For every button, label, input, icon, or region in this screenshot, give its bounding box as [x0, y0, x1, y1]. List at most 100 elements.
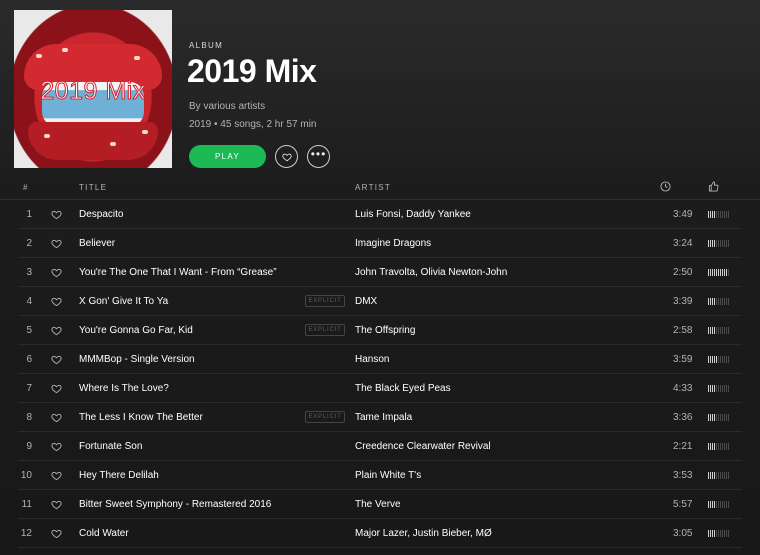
popularity-tick — [708, 501, 709, 508]
popularity-tick — [714, 472, 715, 479]
track-title[interactable]: Where Is The Love? — [79, 383, 169, 394]
popularity-tick — [716, 211, 717, 218]
track-artist[interactable]: Luis Fonsi, Daddy Yankee — [355, 209, 471, 220]
track-number: 6 — [26, 354, 32, 365]
popularity-bar — [708, 240, 729, 247]
more-button[interactable]: ••• — [307, 145, 330, 168]
popularity-tick — [712, 414, 713, 421]
thumbs-up-icon[interactable] — [708, 181, 719, 194]
track-artist[interactable]: DMX — [355, 296, 377, 307]
album-cover[interactable]: 2019 Mix — [14, 10, 172, 168]
popularity-tick — [712, 472, 713, 479]
track-row[interactable]: 3 You're The One That I Want - From “Grea… — [18, 258, 742, 287]
track-row[interactable]: 2 Believer Imagine Dragons 3:24 — [18, 229, 742, 258]
track-row[interactable]: 4 X Gon' Give It To Ya EXPLICIT DMX 3:39 — [18, 287, 742, 316]
heart-icon[interactable] — [51, 267, 62, 278]
popularity-tick — [724, 414, 725, 421]
popularity-tick — [728, 356, 729, 363]
track-artist[interactable]: The Offspring — [355, 325, 415, 336]
column-title[interactable]: TITLE — [79, 183, 107, 192]
popularity-tick — [724, 472, 725, 479]
popularity-tick — [714, 443, 715, 450]
column-number[interactable]: # — [23, 183, 29, 192]
track-artist[interactable]: Major Lazer, Justin Bieber, MØ — [355, 528, 492, 539]
track-title[interactable]: Cold Water — [79, 528, 129, 539]
popularity-tick — [726, 472, 727, 479]
track-row[interactable]: 11 Bitter Sweet Symphony - Remastered 201… — [18, 490, 742, 519]
popularity-tick — [714, 298, 715, 305]
popularity-tick — [714, 211, 715, 218]
track-row[interactable]: 5 You're Gonna Go Far, Kid EXPLICIT The Off… — [18, 316, 742, 345]
popularity-tick — [722, 211, 723, 218]
popularity-tick — [726, 356, 727, 363]
cover-speck — [36, 54, 42, 58]
popularity-tick — [716, 443, 717, 450]
track-number: 1 — [26, 209, 32, 220]
more-icon: ••• — [310, 147, 327, 161]
popularity-tick — [708, 414, 709, 421]
track-row[interactable]: 6 MMMBop - Single Version Hanson 3:59 — [18, 345, 742, 374]
track-title[interactable]: The Less I Know The Better — [79, 412, 203, 423]
track-artist[interactable]: The Black Eyed Peas — [355, 383, 451, 394]
popularity-tick — [710, 327, 711, 334]
track-title[interactable]: MMMBop - Single Version — [79, 354, 195, 365]
popularity-tick — [716, 530, 717, 537]
popularity-tick — [722, 443, 723, 450]
popularity-tick — [714, 414, 715, 421]
like-button[interactable] — [275, 145, 298, 168]
track-number: 3 — [26, 267, 32, 278]
popularity-tick — [712, 269, 713, 276]
popularity-tick — [708, 298, 709, 305]
track-title[interactable]: You're The One That I Want - From “Greas… — [79, 267, 277, 278]
track-row[interactable]: 10 Hey There Delilah Plain White T's 3:53 — [18, 461, 742, 490]
track-number: 7 — [26, 383, 32, 394]
clock-icon[interactable] — [660, 181, 671, 194]
heart-icon[interactable] — [51, 325, 62, 336]
popularity-tick — [722, 414, 723, 421]
track-row[interactable]: 7 Where Is The Love? The Black Eyed Peas 4:… — [18, 374, 742, 403]
popularity-tick — [720, 385, 721, 392]
track-artist[interactable]: The Verve — [355, 499, 401, 510]
track-number: 5 — [26, 325, 32, 336]
track-artist[interactable]: John Travolta, Olivia Newton-John — [355, 267, 507, 278]
heart-icon[interactable] — [51, 296, 62, 307]
track-title[interactable]: Fortunate Son — [79, 441, 142, 452]
popularity-tick — [712, 240, 713, 247]
popularity-tick — [720, 501, 721, 508]
heart-icon[interactable] — [51, 441, 62, 452]
popularity-tick — [728, 327, 729, 334]
heart-icon[interactable] — [51, 238, 62, 249]
popularity-tick — [728, 211, 729, 218]
track-title[interactable]: X Gon' Give It To Ya — [79, 296, 168, 307]
heart-icon[interactable] — [51, 470, 62, 481]
track-artist[interactable]: Imagine Dragons — [355, 238, 431, 249]
heart-icon[interactable] — [51, 499, 62, 510]
track-title[interactable]: Believer — [79, 238, 115, 249]
popularity-bar — [708, 443, 729, 450]
heart-icon[interactable] — [51, 354, 62, 365]
heart-icon[interactable] — [51, 412, 62, 423]
track-row[interactable]: 1 Despacito Luis Fonsi, Daddy Yankee 3:49 — [18, 200, 742, 229]
track-row[interactable]: 12 Cold Water Major Lazer, Justin Bieber, … — [18, 519, 742, 548]
popularity-tick — [724, 443, 725, 450]
track-list-header: # TITLE ARTIST — [0, 178, 760, 200]
play-button[interactable]: PLAY — [189, 145, 266, 168]
popularity-tick — [718, 269, 719, 276]
track-title[interactable]: Hey There Delilah — [79, 470, 159, 481]
track-artist[interactable]: Tame Impala — [355, 412, 412, 423]
track-row[interactable]: 8 The Less I Know The Better EXPLICIT Tame … — [18, 403, 742, 432]
track-artist[interactable]: Hanson — [355, 354, 389, 365]
track-artist[interactable]: Plain White T's — [355, 470, 421, 481]
track-row[interactable]: 9 Fortunate Son Creedence Clearwater Reviv… — [18, 432, 742, 461]
explicit-badge: EXPLICIT — [305, 295, 345, 307]
track-artist[interactable]: Creedence Clearwater Revival — [355, 441, 491, 452]
track-title[interactable]: You're Gonna Go Far, Kid — [79, 325, 193, 336]
cover-speck — [142, 130, 148, 134]
track-title[interactable]: Despacito — [79, 209, 123, 220]
heart-icon[interactable] — [51, 528, 62, 539]
column-artist[interactable]: ARTIST — [355, 183, 391, 192]
heart-icon[interactable] — [51, 383, 62, 394]
popularity-tick — [724, 298, 725, 305]
heart-icon[interactable] — [51, 209, 62, 220]
track-title[interactable]: Bitter Sweet Symphony - Remastered 2016 — [79, 499, 271, 510]
